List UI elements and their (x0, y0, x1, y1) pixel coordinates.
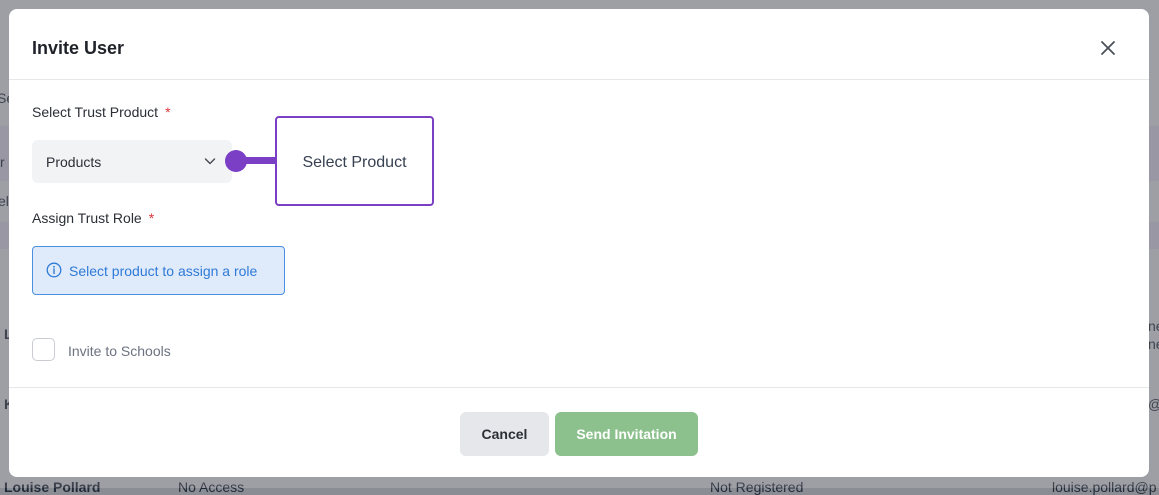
callout-text: Select Product (302, 154, 407, 171)
invite-user-dialog: Invite User Select Trust Product * Produc… (9, 9, 1149, 477)
invite-to-schools-checkbox[interactable] (32, 338, 55, 361)
select-product-callout: Select Product (275, 116, 434, 206)
close-icon (1101, 41, 1115, 55)
dialog-footer: Cancel Send Invitation (9, 387, 1149, 477)
dialog-header: Invite User (9, 9, 1149, 80)
required-asterisk: * (165, 104, 171, 120)
dialog-title: Invite User (32, 38, 125, 58)
product-label-text: Select Trust Product (32, 104, 159, 120)
product-select-value: Products (46, 154, 102, 170)
cancel-button[interactable]: Cancel (460, 412, 549, 456)
required-asterisk: * (148, 210, 155, 226)
invite-to-schools-label[interactable]: Invite to Schools (68, 343, 171, 359)
send-invitation-button[interactable]: Send Invitation (555, 412, 698, 456)
role-field-label: Assign Trust Role * (32, 210, 154, 226)
chevron-down-icon (204, 158, 216, 165)
product-select[interactable]: Products (32, 140, 232, 183)
role-info-message: Select product to assign a role (32, 246, 285, 295)
role-label-text: Assign Trust Role (32, 210, 142, 226)
product-field-label: Select Trust Product * (32, 104, 171, 120)
info-icon (46, 262, 62, 278)
close-button[interactable] (1097, 37, 1119, 59)
callout-connector-dot (225, 150, 247, 172)
info-text: Select product to assign a role (69, 263, 258, 279)
